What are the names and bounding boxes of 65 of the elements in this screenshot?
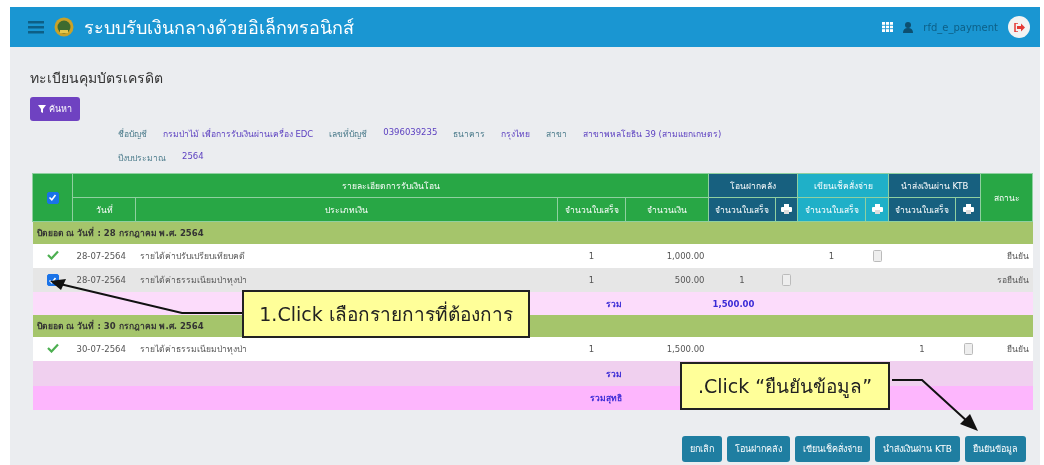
callout-note: 1.Click เลือกรายการที่ต้องการ	[242, 290, 530, 338]
table-cell: 1,000.00	[625, 244, 709, 268]
printer-icon	[962, 203, 974, 214]
logout-icon	[1013, 22, 1025, 32]
table-cell: 1	[708, 268, 776, 292]
header-cell: โอนฝากคลัง	[708, 173, 798, 198]
action-button[interactable]: นำส่งเงินผ่าน KTB	[875, 436, 960, 462]
document-icon[interactable]	[782, 274, 791, 286]
table-cell: ยืนยัน	[980, 244, 1033, 268]
callout-note: .Click “ยืนยันข้อมูล”	[680, 362, 890, 410]
field-label: ธนาคาร	[453, 128, 486, 141]
document-icon[interactable]	[963, 343, 973, 355]
checkbox[interactable]	[46, 191, 59, 204]
menu-icon[interactable]	[28, 20, 44, 34]
username: rfd_e_payment	[923, 21, 998, 33]
table-cell: 1	[797, 244, 866, 268]
field-value: กรมป่าไม้ เพื่อการรับเงินผ่านเครื่อง EDC	[163, 127, 314, 141]
table-cell: รวมสุทธิ	[32, 386, 626, 410]
action-button[interactable]: เขียนเช็คสั่งจ่าย	[795, 436, 871, 462]
field-value: กรุงไทย	[501, 128, 531, 141]
table-cell: 1	[557, 337, 626, 361]
logout-button[interactable]	[1008, 16, 1030, 38]
header-cell: รายละเอียดการรับเงินโอน	[72, 173, 709, 198]
field-label: ปีงบประมาณ	[118, 152, 166, 165]
action-button[interactable]: โอนฝากคลัง	[727, 436, 791, 462]
table-cell: 30-07-2564	[72, 337, 136, 361]
header-cell: เขียนเช็คสั่งจ่าย	[797, 173, 889, 198]
group-row: ปิดยอด ณ วันที่ : 28 กรกฎาคม พ.ศ. 2564	[32, 221, 1033, 244]
header-cell: ประเภทเงิน	[135, 197, 558, 222]
check-icon	[46, 250, 59, 260]
table-cell: 28-07-2564	[72, 244, 136, 268]
filter-icon	[38, 105, 46, 113]
table-cell: รอยืนยัน	[980, 268, 1033, 292]
header-cell: นำส่งเงินผ่าน KTB	[888, 173, 981, 198]
grid-icon[interactable]	[882, 22, 894, 32]
table-cell: รายได้ค่าธรรมเนียมป่าทุงป่า	[135, 268, 558, 292]
page-title: ทะเบียนคุมบัตรเครดิต	[30, 69, 164, 89]
field-value: 0396039235	[383, 127, 438, 139]
printer-icon	[871, 203, 883, 214]
table-cell: รายได้ค่าธรรมเนียมป่าทุงป่า	[135, 337, 558, 361]
printer-icon	[781, 203, 792, 214]
table-cell: 1	[888, 337, 956, 361]
table-cell: รายได้ค่าปรับเปรียบเทียบคดี	[135, 244, 558, 268]
emblem-icon	[54, 17, 74, 37]
table-cell: 1,500.00	[625, 337, 709, 361]
header-cell: สถานะ	[980, 173, 1033, 222]
table-cell: 28-07-2564	[72, 268, 136, 292]
search-button[interactable]: ค้นหา	[30, 97, 80, 121]
table-cell: ยืนยัน	[980, 337, 1033, 361]
app-title: ระบบรับเงินกลางด้วยอิเล็กทรอนิกส์	[84, 15, 354, 40]
table-cell: 1,500.00	[708, 292, 866, 315]
field-label: สาขา	[546, 128, 568, 141]
table-cell: 1	[557, 244, 626, 268]
check-icon	[46, 343, 59, 353]
action-button[interactable]: ยกเลิก	[682, 436, 723, 462]
table-cell: รวม	[32, 361, 626, 386]
field-label: เลขที่บัญชี	[329, 127, 368, 141]
field-value: 2564	[182, 151, 204, 163]
field-label: ชื่อบัญชี	[118, 127, 147, 141]
table-cell: 500.00	[625, 268, 709, 292]
user-icon	[903, 21, 914, 33]
field-value: สาขาพหลโยธิน 39 (สามแยกเกษตร)	[583, 128, 722, 141]
action-button[interactable]: ยืนยันข้อมูล	[965, 436, 1026, 462]
table-cell: 1	[557, 268, 626, 292]
document-icon[interactable]	[872, 250, 882, 262]
